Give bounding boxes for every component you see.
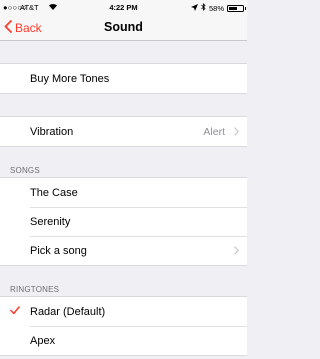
pick-a-song-row[interactable]: Pick a song	[0, 236, 247, 265]
store-group: Buy More Tones	[0, 63, 247, 94]
vibration-group: Vibration Alert	[0, 116, 247, 147]
bluetooth-icon	[201, 3, 206, 13]
battery-icon	[227, 4, 246, 12]
chevron-right-icon	[234, 127, 240, 139]
ringtones-section-header: RINGTONES	[10, 285, 60, 294]
chevron-right-icon	[234, 246, 240, 258]
songs-section-header: SONGS	[10, 166, 40, 175]
location-arrow-icon	[190, 3, 198, 13]
ringtone-row[interactable]: Apex	[0, 326, 247, 355]
song-label: Pick a song	[30, 244, 87, 257]
ringtones-group: Radar (Default) Apex	[0, 296, 247, 356]
status-right-group: 58%	[190, 3, 246, 13]
battery-fill	[229, 6, 237, 10]
page-title: Sound	[104, 20, 143, 34]
buy-more-tones-label: Buy More Tones	[30, 72, 110, 85]
ringtone-label: Radar (Default)	[30, 305, 106, 318]
status-bar: ●○○○○ AT&T 4:22 PM 58%	[0, 0, 247, 14]
songs-group: The Case Serenity Pick a song	[0, 177, 247, 266]
checkmark-icon	[10, 306, 20, 318]
song-row[interactable]: The Case	[0, 178, 247, 207]
battery-percent: 58%	[208, 3, 224, 13]
vibration-row[interactable]: Vibration Alert	[0, 117, 247, 146]
buy-more-tones-row[interactable]: Buy More Tones	[0, 64, 247, 93]
song-label: Serenity	[30, 215, 71, 228]
song-label: The Case	[30, 186, 78, 199]
ringtone-row[interactable]: Radar (Default)	[0, 297, 247, 326]
ringtone-label: Apex	[30, 334, 56, 347]
song-row[interactable]: Serenity	[0, 207, 247, 236]
vibration-label: Vibration	[30, 125, 74, 138]
vibration-value: Alert	[203, 125, 225, 138]
navigation-bar: Back Sound	[0, 14, 247, 41]
